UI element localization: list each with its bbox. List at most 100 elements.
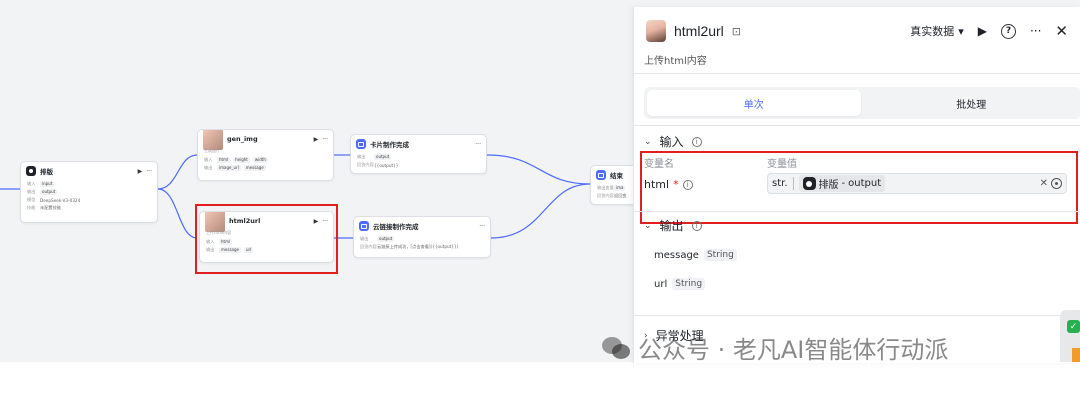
input-section-header[interactable]: ⌄ 输入 i xyxy=(644,133,702,150)
row-key: 输出 xyxy=(204,165,213,170)
watermark: 公众号 · 老凡AI智能体行动派 xyxy=(602,330,948,365)
row-key: 输出 xyxy=(206,247,215,252)
ref-node-name: 排版 xyxy=(818,180,839,191)
close-icon[interactable]: ✕ xyxy=(1055,22,1068,40)
more-icon[interactable]: ··· xyxy=(475,141,481,148)
node-title: 结束 xyxy=(610,172,623,180)
panel-title: html2url xyxy=(674,23,724,39)
row-tag: output xyxy=(377,236,395,242)
divider xyxy=(634,125,1080,126)
more-icon[interactable]: ··· xyxy=(1030,24,1041,38)
required-mark: * xyxy=(673,178,679,191)
node-title: 排版 xyxy=(40,168,53,176)
plugin-badge-icon: ⊡ xyxy=(731,24,742,38)
wire-cloud-end xyxy=(490,183,591,239)
ref-var-name: output xyxy=(848,178,882,189)
run-icon[interactable]: ▶ xyxy=(314,218,319,225)
chevron-down-icon: ⌄ xyxy=(644,136,652,147)
type-prefix: str. xyxy=(772,178,788,189)
llm-node-icon xyxy=(26,166,36,176)
help-icon[interactable]: ? xyxy=(1000,23,1016,39)
end-node-icon xyxy=(596,170,606,180)
row-key: 回答内容 xyxy=(360,244,377,249)
type-tag: String xyxy=(672,278,706,290)
row-tag: url xyxy=(243,247,254,253)
output-var-row: message String xyxy=(654,249,737,261)
orange-tab-icon xyxy=(1072,348,1080,362)
answer-content: 云链接上传成功，[点击查看]({{output}}) xyxy=(377,244,459,249)
more-icon[interactable]: ··· xyxy=(322,136,328,143)
run-icon[interactable]: ▶ xyxy=(978,24,987,38)
run-icon[interactable]: ▶ xyxy=(138,168,143,175)
panel-description: 上传html内容 xyxy=(644,56,707,67)
node-config-panel: html2url ⊡ 真实数据 ▾ ▶ ? ··· ✕ 上传html内容 单次 批… xyxy=(633,7,1080,363)
column-header-value: 变量值 xyxy=(767,159,797,170)
info-icon: i xyxy=(691,220,702,231)
node-gen-img[interactable]: gen_img ▶ ··· 生成图片 输入 html height width 输出 ima… xyxy=(197,129,334,181)
row-tag: message xyxy=(219,247,241,253)
wire-card-end xyxy=(486,154,591,185)
input-var-label: html * i xyxy=(644,178,693,191)
divider xyxy=(634,315,1080,316)
input-var-value-field[interactable]: str. 排版 - output ✕ xyxy=(767,173,1067,194)
model-name: DeepSeek-V3-0324 xyxy=(40,197,81,203)
row-key: 输出 xyxy=(360,236,369,241)
node-title: 云链接制作完成 xyxy=(373,223,419,231)
node-cloud-done[interactable]: 云链接制作完成 ··· 输出 output 回答内容 云链接上传成功，[点击查看]({… xyxy=(353,216,491,258)
more-icon[interactable]: ··· xyxy=(479,223,485,230)
tab-single[interactable]: 单次 xyxy=(647,90,861,116)
row-key: 输入 xyxy=(27,181,36,186)
row-key: 技能 xyxy=(27,205,36,210)
row-tag: message xyxy=(243,165,266,171)
chevron-down-icon: ⌄ xyxy=(644,220,652,231)
wire-paiban-genimg xyxy=(157,154,198,190)
row-tag: html xyxy=(219,239,233,245)
info-icon: i xyxy=(691,136,702,147)
llm-node-icon xyxy=(802,177,816,190)
output-section-header[interactable]: ⌄ 输出 i xyxy=(644,217,702,234)
row-key: 回答内容 xyxy=(597,193,614,198)
type-tag: String xyxy=(703,249,737,261)
message-node-icon xyxy=(356,139,366,149)
output-var-name: message xyxy=(654,249,699,261)
more-icon[interactable]: ··· xyxy=(322,218,328,225)
caret-down-icon: ▾ xyxy=(958,24,964,38)
run-mode-tabs: 单次 批处理 xyxy=(644,87,1080,119)
output-var-row: url String xyxy=(654,278,706,290)
answer-content: {{output}} xyxy=(374,162,399,168)
run-icon[interactable]: ▶ xyxy=(314,136,319,143)
row-key: 输出 xyxy=(357,154,366,159)
check-icon[interactable]: ✓ xyxy=(1067,320,1080,333)
tab-batch[interactable]: 批处理 xyxy=(865,90,1079,116)
watermark-text: 公众号 · 老凡AI智能体行动派 xyxy=(638,336,949,364)
node-title: 卡片制作完成 xyxy=(370,141,409,149)
skill-value: 未配置技能 xyxy=(40,205,61,210)
row-tag: width xyxy=(252,157,268,163)
target-icon[interactable] xyxy=(1051,178,1062,189)
row-tag: output xyxy=(40,189,58,195)
variable-ref-chip[interactable]: 排版 - output xyxy=(798,175,886,192)
row-key: 回答内容 xyxy=(357,162,374,167)
divider xyxy=(634,73,1080,74)
row-key: 输入 xyxy=(204,157,213,162)
data-source-value: 真实数据 xyxy=(910,25,955,38)
clear-icon[interactable]: ✕ xyxy=(1040,178,1048,189)
node-card-done[interactable]: 卡片制作完成 ··· 输出 output 回答内容 {{output}} xyxy=(350,134,487,174)
ref-separator: - xyxy=(841,178,846,189)
row-key: 输入 xyxy=(206,239,215,244)
separator xyxy=(792,177,794,190)
data-source-select[interactable]: 真实数据 ▾ xyxy=(910,23,964,39)
row-tag: input xyxy=(40,181,55,187)
row-tag: height xyxy=(233,157,250,163)
wechat-icon xyxy=(602,335,632,361)
row-key: 输出变量 xyxy=(597,185,614,190)
wire-paiban-html2url xyxy=(157,188,198,239)
var-name: html xyxy=(644,178,670,191)
column-header-name: 变量名 xyxy=(644,159,674,170)
node-paiban[interactable]: 排版 ▶ ··· 输入 input 输出 output 模型 DeepSeek-V3-03… xyxy=(20,161,158,223)
node-html2url[interactable]: html2url ▶ ··· 上传html内容 输入 html 输出 message ur… xyxy=(199,211,334,263)
more-icon[interactable]: ··· xyxy=(146,168,152,175)
section-title: 输出 xyxy=(659,219,684,233)
plugin-avatar-icon xyxy=(205,212,225,232)
info-icon: i xyxy=(682,179,693,190)
